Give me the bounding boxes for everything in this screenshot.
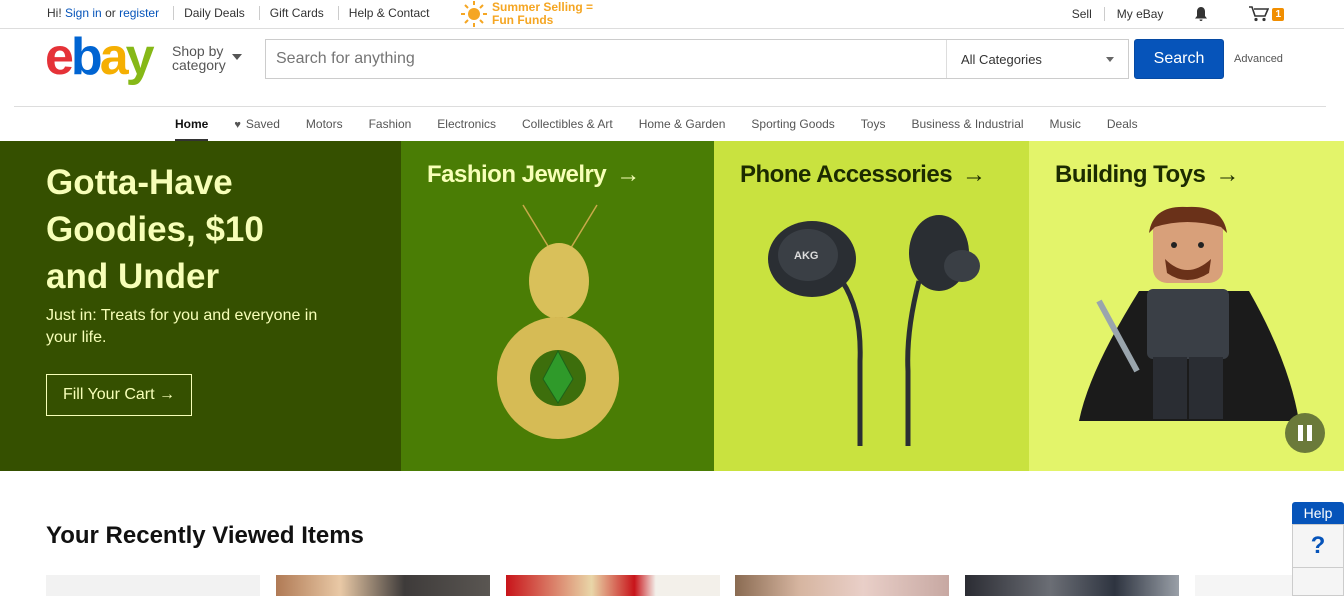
search-bar: All Categories	[265, 39, 1129, 79]
heart-icon: ♥	[234, 119, 241, 131]
nav-item-fashion[interactable]: Fashion	[369, 117, 412, 131]
logo-letter: e	[45, 28, 74, 86]
sell-link[interactable]: Sell	[1072, 7, 1092, 21]
dropdown-arrow-icon	[1106, 56, 1114, 62]
daily-deals-link[interactable]: Daily Deals	[184, 6, 245, 20]
nav-item-deals[interactable]: Deals	[1107, 117, 1138, 131]
hero-subtitle: Just in: Treats for you and everyone in …	[46, 307, 318, 346]
promo-line-2: Fun Funds	[492, 13, 554, 27]
nav-item-home[interactable]: Home	[175, 117, 209, 141]
recent-item-thumbnail[interactable]	[1195, 575, 1292, 596]
advanced-search-link[interactable]: Advanced	[1234, 53, 1283, 65]
shop-by-category-button[interactable]: Shop by category	[172, 43, 242, 73]
sign-in-link[interactable]: Sign in	[65, 6, 102, 20]
category-select-value: All Categories	[961, 51, 1042, 67]
hero-title-line: Gotta-Have	[46, 163, 233, 202]
akg-label: AKG	[794, 250, 818, 262]
nav-item-music[interactable]: Music	[1050, 117, 1081, 131]
top-right-links: Sell My eBay 1	[1072, 6, 1284, 22]
search-button[interactable]: Search	[1134, 39, 1224, 79]
divider	[1103, 7, 1105, 21]
gift-cards-link[interactable]: Gift Cards	[270, 6, 324, 20]
promo-text: Summer Selling = Fun Funds	[492, 1, 593, 27]
search-input[interactable]	[266, 40, 946, 78]
nav-item-toys[interactable]: Toys	[861, 117, 886, 131]
help-label: Help	[1292, 502, 1344, 524]
recent-item-thumbnail[interactable]	[506, 575, 720, 596]
nav-item-label: Saved	[245, 117, 280, 131]
ebay-logo[interactable]: ebay	[45, 31, 155, 83]
earphones-image: AKG	[768, 215, 980, 446]
chevron-down-icon	[232, 54, 242, 60]
shop-by-label: Shop by	[172, 43, 224, 59]
top-left-links: Hi! Sign in or register Daily Deals Gift…	[47, 6, 430, 20]
feedback-icon[interactable]	[1292, 568, 1344, 596]
greeting-text: Hi!	[47, 6, 62, 20]
hero-lead-panel[interactable]: Gotta-Have Goodies, $10 and Under Just i…	[0, 141, 401, 471]
fashion-jewelry-panel[interactable]: Fashion Jewelry →	[401, 141, 714, 471]
phone-accessories-panel[interactable]: Phone Accessories → AKG	[714, 141, 1029, 471]
help-widget[interactable]: Help ?	[1292, 502, 1344, 596]
or-text: or	[105, 6, 116, 20]
recent-item-thumbnail[interactable]	[46, 575, 260, 596]
hero-title: Gotta-Have Goodies, $10 and Under	[46, 159, 264, 300]
divider	[337, 6, 339, 20]
category-nav: Home ♥ Saved Motors Fashion Electronics C…	[0, 108, 1344, 141]
nav-item-business-industrial[interactable]: Business & Industrial	[911, 117, 1023, 131]
hero-carousel: Gotta-Have Goodies, $10 and Under Just i…	[0, 141, 1344, 471]
recent-item-thumbnail[interactable]	[276, 575, 490, 596]
cart-count-badge: 1	[1272, 7, 1284, 21]
nav-item-electronics[interactable]: Electronics	[437, 117, 496, 131]
bell-icon[interactable]	[1193, 6, 1209, 22]
recent-item-thumbnail[interactable]	[735, 575, 949, 596]
nav-divider	[14, 106, 1326, 107]
logo-letter: y	[125, 28, 155, 86]
my-ebay-link[interactable]: My eBay	[1117, 7, 1164, 21]
register-link[interactable]: register	[119, 6, 159, 20]
category-select[interactable]: All Categories	[946, 40, 1128, 78]
carousel-pause-button[interactable]	[1285, 413, 1325, 453]
sun-icon	[461, 1, 487, 27]
cart-icon[interactable]: 1	[1249, 6, 1284, 22]
question-mark-icon[interactable]: ?	[1292, 524, 1344, 568]
summer-selling-promo[interactable]: Summer Selling = Fun Funds	[460, 0, 593, 28]
pendant-necklace-image	[497, 204, 619, 439]
recently-viewed-heading: Your Recently Viewed Items	[46, 522, 364, 549]
divider	[258, 6, 260, 20]
logo-letter: b	[70, 28, 103, 86]
pause-icon-bar	[1307, 425, 1312, 441]
logo-letter: a	[99, 28, 129, 86]
nav-item-sporting-goods[interactable]: Sporting Goods	[751, 117, 834, 131]
hero-title-line: and Under	[46, 257, 220, 296]
category-label: category	[172, 57, 226, 73]
nav-item-motors[interactable]: Motors	[306, 117, 343, 131]
header: ebay Shop by category All Categories Sea…	[0, 30, 1344, 106]
help-contact-link[interactable]: Help & Contact	[349, 6, 430, 20]
divider	[173, 6, 175, 20]
top-utility-bar: Hi! Sign in or register Daily Deals Gift…	[0, 0, 1344, 29]
fill-your-cart-button[interactable]: Fill Your Cart →	[46, 374, 192, 416]
nav-item-collectibles-art[interactable]: Collectibles & Art	[522, 117, 613, 131]
nav-item-saved[interactable]: ♥ Saved	[234, 117, 280, 131]
nav-item-home-garden[interactable]: Home & Garden	[639, 117, 726, 131]
recent-item-thumbnail[interactable]	[965, 575, 1179, 596]
hero-title-line: Goodies, $10	[46, 210, 264, 249]
pause-icon-bar	[1298, 425, 1303, 441]
